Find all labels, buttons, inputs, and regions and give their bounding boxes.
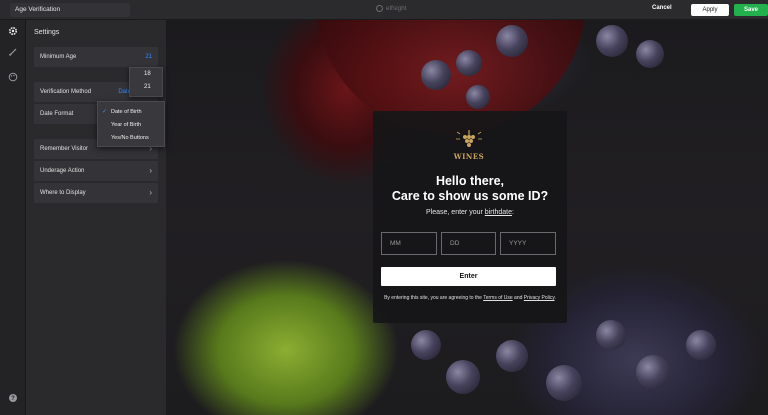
terms-period: . [554,295,556,301]
brand-name: elfsight [386,5,407,12]
row-label: Date Format [40,111,74,117]
panel-title: Settings [34,29,60,36]
gear-icon[interactable] [8,26,18,36]
terms-and: and [512,295,524,301]
grape-image [421,60,451,90]
chevron-right-icon: › [149,166,152,175]
dropdown-option[interactable]: Yes/No Buttons [98,132,164,145]
terms-of-use-link[interactable]: Terms of Use [483,295,512,301]
headline-line-1: Hello there, [435,174,505,188]
grape-image [636,40,664,68]
dropdown-option[interactable]: 21 [130,81,162,94]
dropdown-option-selected[interactable]: Date of Birth [98,106,164,119]
grape-image [596,25,628,57]
terms-text: By entering this site, you are agreeing … [380,295,560,302]
row-label: Verification Method [40,89,92,95]
privacy-policy-link[interactable]: Privacy Policy [524,295,555,301]
cancel-button[interactable]: Cancel [652,5,672,11]
brand-icon [376,5,383,12]
subtitle-text: Please, enter your [426,209,485,216]
widget-title-field[interactable]: Age Verification [10,3,130,17]
grape-image [596,320,626,350]
grape-image [546,365,582,401]
row-label: Underage Action [40,168,85,174]
grape-image [446,360,480,394]
grape-image [686,330,716,360]
where-to-display-row[interactable]: Where to Display › [34,183,158,203]
grape-image [466,85,490,109]
save-button[interactable]: Save [734,4,768,16]
wines-logo: WINES [451,129,487,163]
enter-button[interactable]: Enter [381,267,556,286]
dropdown-option[interactable]: 18 [130,68,162,81]
row-label: Where to Display [40,190,86,196]
grape-image [636,355,670,389]
subtitle-colon: : [512,209,514,216]
grape-image [496,25,528,57]
help-icon[interactable]: ? [8,393,18,403]
terms-prefix: By entering this site, you are agreeing … [384,295,484,301]
palette-icon[interactable] [8,72,18,82]
row-label: Remember Visitor [40,146,88,152]
chevron-right-icon: › [149,188,152,197]
grape-image [456,50,482,76]
year-input[interactable]: YYYY [500,232,556,255]
headline-line-2: Care to show us some ID? [391,189,549,203]
grape-logo-icon [456,130,482,147]
row-label: Minimum Age [40,54,77,60]
logo-text: WINES [453,152,485,161]
grape-image [411,330,441,360]
brush-icon[interactable] [8,47,18,57]
minimum-age-row[interactable]: Minimum Age 21 [34,47,158,67]
dropdown-option[interactable]: Year of Birth [98,119,164,132]
month-input[interactable]: MM [381,232,437,255]
svg-text:?: ? [11,396,15,402]
apply-button[interactable]: Apply [691,4,729,16]
popup-headline: Hello there, Care to show us some ID? [373,174,567,204]
brand-logo: elfsight [376,5,407,12]
day-input[interactable]: DD [441,232,496,255]
popup-subtitle: Please, enter your birthdate: [373,209,567,216]
side-rail: ? [0,20,26,415]
grape-image [496,340,528,372]
underage-action-row[interactable]: Underage Action › [34,161,158,181]
top-bar: Age Verification elfsight Cancel Apply S… [0,0,768,20]
minimum-age-value[interactable]: 21 [145,47,152,67]
date-format-dropdown: Date of Birth Year of Birth Yes/No Butto… [97,101,165,147]
minimum-age-dropdown: 18 21 [129,67,163,97]
birthdate-link[interactable]: birthdate [485,209,512,216]
